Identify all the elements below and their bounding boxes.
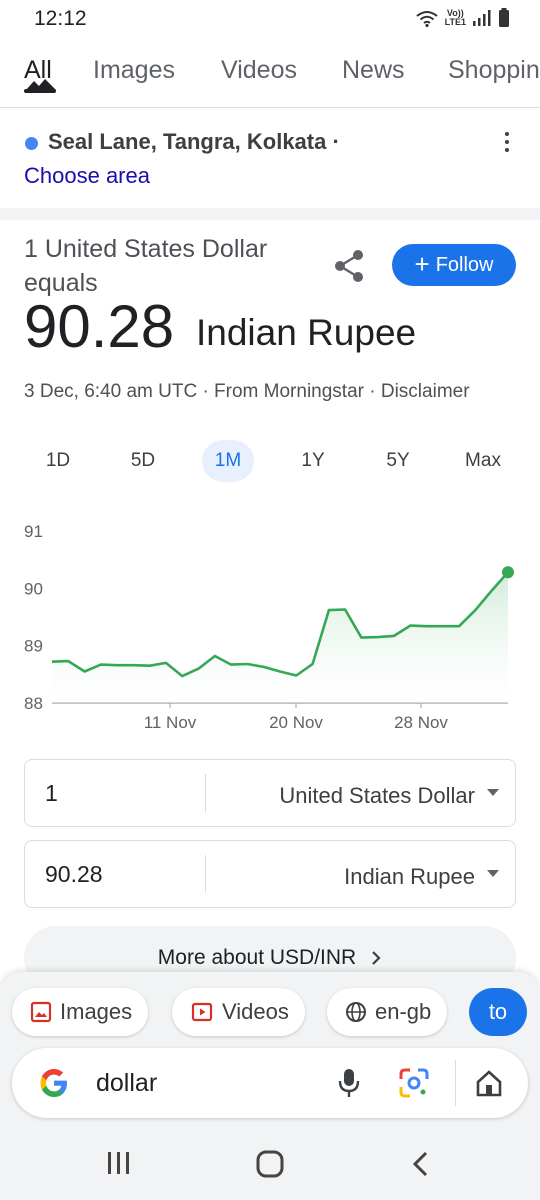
from-currency-select[interactable]: United States Dollar — [279, 783, 475, 809]
home-nav-icon[interactable] — [255, 1149, 285, 1179]
exchange-rate-unit: Indian Rupee — [196, 312, 417, 353]
range-1y[interactable]: 1Y — [287, 440, 339, 482]
more-options-icon[interactable] — [497, 130, 517, 154]
converter-separator — [205, 855, 206, 893]
share-icon — [335, 250, 363, 282]
range-1d[interactable]: 1D — [32, 440, 84, 482]
conversion-from-text: 1 United States Dollar equals — [24, 235, 268, 297]
status-time: 12:12 — [34, 7, 87, 30]
y-tick-label: 91 — [24, 522, 43, 541]
chart-area-fill — [52, 572, 508, 703]
search-tabs: All Images Videos News Shopping — [0, 48, 540, 108]
chip-language[interactable]: en-gb — [327, 988, 448, 1036]
range-max[interactable]: Max — [457, 440, 509, 482]
active-tab-indicator — [24, 89, 56, 93]
converter-to-row: 90.28 Indian Rupee — [24, 840, 516, 908]
from-amount-input[interactable]: 1 — [45, 780, 58, 807]
choose-area-link[interactable]: Choose area — [24, 163, 150, 189]
tab-images[interactable]: Images — [93, 56, 175, 85]
chip-videos[interactable]: Videos — [172, 988, 305, 1036]
range-5y[interactable]: 5Y — [372, 440, 424, 482]
chevron-right-icon — [372, 951, 381, 965]
status-bar: 12:12 Vo)) LTE1 — [0, 0, 540, 38]
chip-language-label: en-gb — [375, 999, 432, 1024]
tab-shopping[interactable]: Shopping — [448, 56, 540, 85]
microphone-icon[interactable] — [336, 1067, 362, 1099]
range-1m[interactable]: 1M — [202, 440, 254, 482]
recent-apps-icon[interactable] — [106, 1150, 132, 1176]
google-lens-icon[interactable] — [398, 1067, 430, 1099]
tab-videos[interactable]: Videos — [221, 56, 297, 85]
section-divider — [0, 208, 540, 220]
x-tick-label: 11 Nov — [144, 713, 197, 732]
chip-videos-label: Videos — [222, 999, 289, 1024]
wifi-icon — [416, 11, 438, 27]
y-tick-label: 89 — [24, 637, 43, 656]
share-button[interactable] — [330, 246, 370, 286]
status-icons: Vo)) LTE1 — [415, 8, 510, 28]
google-logo-icon — [40, 1069, 67, 1097]
lte-indicator: Vo)) LTE1 — [445, 9, 466, 27]
lte-label: LTE1 — [444, 17, 466, 27]
follow-label: Follow — [435, 253, 494, 276]
location-dot-icon — [25, 137, 38, 150]
y-tick-label: 90 — [24, 579, 43, 598]
tab-news[interactable]: News — [342, 56, 405, 85]
home-icon[interactable] — [474, 1069, 504, 1097]
follow-button[interactable]: + Follow — [392, 244, 516, 286]
chart-latest-point — [502, 566, 514, 579]
x-tick-label: 28 Nov — [394, 713, 448, 732]
image-icon — [30, 1001, 52, 1023]
signal-icon — [473, 10, 491, 26]
battery-icon — [499, 8, 509, 27]
plus-icon: + — [414, 249, 430, 279]
to-amount-input[interactable]: 90.28 — [45, 861, 103, 888]
chevron-down-icon[interactable] — [487, 789, 499, 796]
chevron-down-icon[interactable] — [487, 870, 499, 877]
converter-from-row: 1 United States Dollar — [24, 759, 516, 827]
x-tick-label: 20 Nov — [269, 713, 323, 732]
search-bar[interactable]: dollar — [12, 1048, 528, 1118]
system-nav-bar — [0, 1128, 540, 1200]
chip-images[interactable]: Images — [12, 988, 149, 1036]
more-about-label: More about USD/INR — [157, 946, 357, 969]
to-currency-select[interactable]: Indian Rupee — [344, 864, 475, 890]
location-bar: Seal Lane, Tangra, Kolkata · Choose area — [0, 110, 540, 208]
video-icon — [191, 1002, 213, 1022]
chip-to[interactable]: to — [469, 988, 527, 1036]
rate-source-meta[interactable]: 3 Dec, 6:40 am UTC · From Morningstar · … — [24, 381, 470, 403]
converter-separator — [205, 774, 206, 812]
exchange-rate-chart[interactable]: 88 89 90 91 11 Nov 20 Nov 28 Nov — [0, 505, 540, 740]
search-query[interactable]: dollar — [96, 1069, 157, 1098]
range-5d[interactable]: 5D — [117, 440, 169, 482]
exchange-rate-value: 90.28 — [24, 293, 175, 360]
back-icon[interactable] — [410, 1150, 432, 1178]
y-tick-label: 88 — [24, 694, 43, 713]
globe-icon — [346, 1002, 366, 1022]
location-name: Seal Lane, Tangra, Kolkata · — [48, 129, 340, 154]
chip-images-label: Images — [60, 999, 133, 1024]
search-bar-separator — [455, 1060, 456, 1106]
